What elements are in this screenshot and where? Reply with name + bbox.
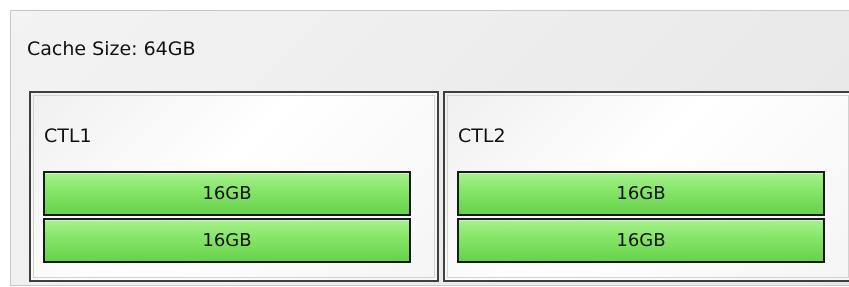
memory-module-ctl2-2[interactable]: 16GB	[457, 218, 825, 263]
memory-module-ctl1-1[interactable]: 16GB	[43, 171, 411, 216]
controller-card-ctl1: CTL1 16GB 16GB	[29, 91, 439, 282]
cache-size-label: Cache Size: 64GB	[27, 38, 196, 60]
controller-card-ctl2: CTL2 16GB 16GB	[443, 91, 849, 282]
memory-module-ctl2-1[interactable]: 16GB	[457, 171, 825, 216]
controller-title-ctl2: CTL2	[458, 125, 506, 147]
controller-title-ctl1: CTL1	[44, 125, 92, 147]
cache-panel: Cache Size: 64GB CTL1 16GB 16GB CTL2 16G…	[10, 10, 849, 286]
memory-module-ctl1-2[interactable]: 16GB	[43, 218, 411, 263]
